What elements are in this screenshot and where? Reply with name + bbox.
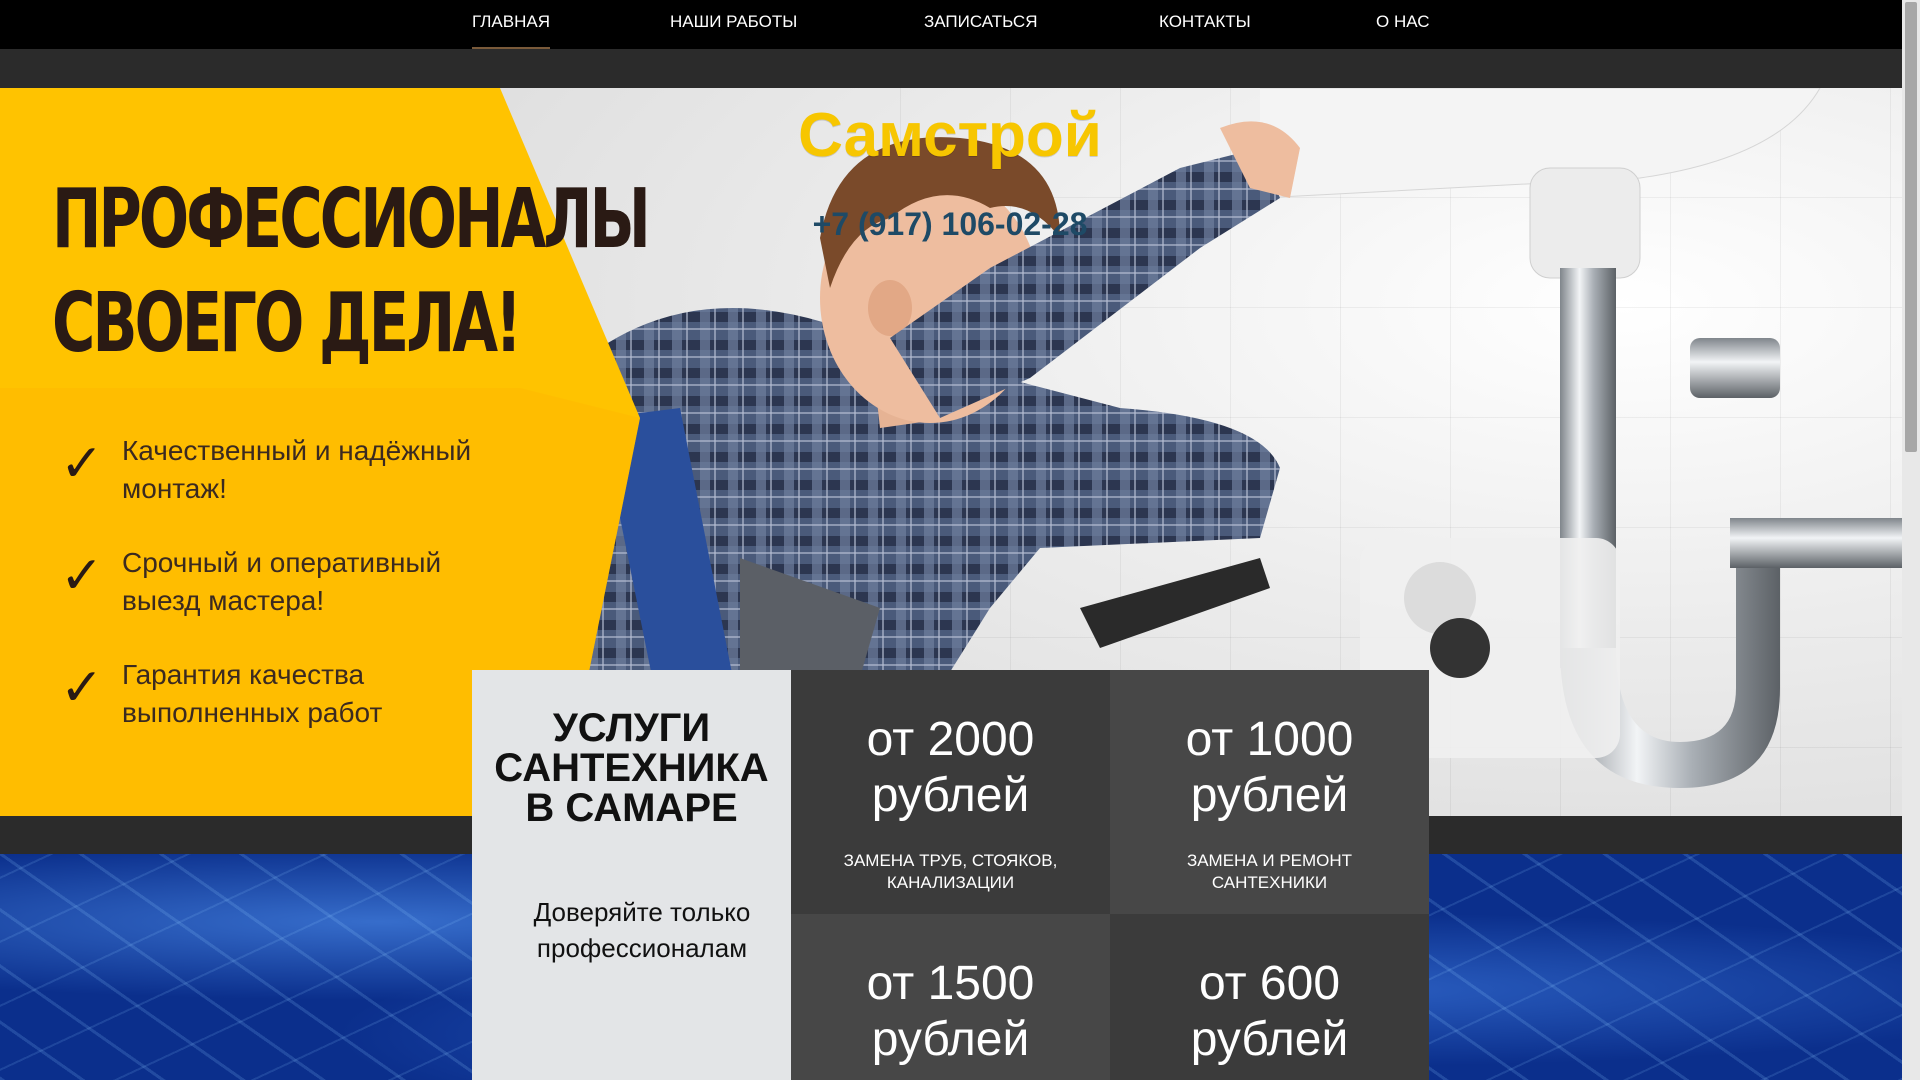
checkmark-icon: ✓: [60, 547, 104, 605]
price-currency: рублей: [871, 769, 1030, 822]
price-currency: рублей: [1190, 1013, 1349, 1066]
hero-headline-line1: ПРОФЕССИОНАЛЫ: [52, 172, 651, 267]
service-tile-3[interactable]: от 1500 рублей: [791, 914, 1110, 1080]
scrollbar-thumb[interactable]: [1905, 2, 1917, 452]
page-scrollbar[interactable]: [1902, 0, 1920, 1080]
benefit-text: Качественный и надёжный: [122, 435, 472, 466]
phone-number[interactable]: +7 (917) 106-02-28: [700, 206, 1200, 243]
service-price: от 1000 рублей: [1110, 712, 1429, 824]
nav-item-about[interactable]: О НАС: [1376, 0, 1429, 49]
service-tile-fixtures[interactable]: от 1000 рублей ЗАМЕНА И РЕМОНТ САНТЕХНИК…: [1110, 670, 1429, 914]
services-title-line3: В САМАРЕ: [525, 786, 738, 830]
benefit-text: выезд мастера!: [122, 585, 325, 616]
service-price: от 600 рублей: [1110, 956, 1429, 1068]
benefit-text: Срочный и оперативный: [122, 547, 442, 578]
services-grid: УСЛУГИ САНТЕХНИКА В САМАРЕ Доверяйте тол…: [472, 670, 1430, 1080]
service-description: ЗАМЕНА ТРУБ, СТОЯКОВ, КАНАЛИЗАЦИИ: [821, 850, 1080, 894]
services-intro: УСЛУГИ САНТЕХНИКА В САМАРЕ Доверяйте тол…: [472, 670, 791, 1080]
benefit-text: монтаж!: [122, 473, 227, 504]
service-description: ЗАМЕНА И РЕМОНТ САНТЕХНИКИ: [1140, 850, 1399, 894]
services-title-line2: САНТЕХНИКА: [494, 746, 769, 790]
description-line: ЗАМЕНА ТРУБ, СТОЯКОВ,: [843, 851, 1058, 870]
service-price: от 1500 рублей: [791, 956, 1110, 1068]
price-amount: от 2000: [866, 713, 1035, 766]
checkmark-icon: ✓: [60, 435, 104, 493]
nav-item-our-works[interactable]: НАШИ РАБОТЫ: [670, 0, 797, 49]
service-tile-4[interactable]: от 600 рублей: [1110, 914, 1429, 1080]
brand-name: Самстрой: [798, 101, 1102, 170]
benefit-text: Гарантия качества: [122, 659, 365, 690]
nav-item-sign-up[interactable]: ЗАПИСАТЬСЯ: [924, 0, 1038, 49]
services-subtitle: Доверяйте только профессионалам: [492, 894, 792, 966]
service-tile-pipes[interactable]: от 2000 рублей ЗАМЕНА ТРУБ, СТОЯКОВ, КАН…: [791, 670, 1110, 914]
price-currency: рублей: [871, 1013, 1030, 1066]
hero-headline-line2: СВОЕГО ДЕЛА!: [52, 276, 522, 371]
price-amount: от 1000: [1185, 713, 1354, 766]
services-subtitle-line2: профессионалам: [536, 933, 748, 963]
description-line: САНТЕХНИКИ: [1211, 873, 1328, 892]
services-title: УСЛУГИ САНТЕХНИКА В САМАРЕ: [472, 708, 791, 828]
services-title-line1: УСЛУГИ: [552, 706, 711, 750]
price-amount: от 600: [1198, 957, 1341, 1010]
nav-item-home[interactable]: ГЛАВНАЯ: [472, 0, 550, 49]
price-currency: рублей: [1190, 769, 1349, 822]
hero-headline: ПРОФЕССИОНАЛЫ СВОЕГО ДЕЛА!: [52, 168, 651, 376]
top-navigation: ГЛАВНАЯ НАШИ РАБОТЫ ЗАПИСАТЬСЯ КОНТАКТЫ …: [0, 0, 1902, 49]
top-band: [0, 49, 1902, 88]
services-subtitle-line1: Доверяйте только: [533, 897, 751, 927]
price-amount: от 1500: [866, 957, 1035, 1010]
benefit-text: выполненных работ: [122, 697, 383, 728]
description-line: КАНАЛИЗАЦИИ: [886, 873, 1015, 892]
description-line: ЗАМЕНА И РЕМОНТ: [1186, 851, 1353, 870]
service-price: от 2000 рублей: [791, 712, 1110, 824]
nav-item-contacts[interactable]: КОНТАКТЫ: [1159, 0, 1251, 49]
checkmark-icon: ✓: [60, 659, 104, 717]
